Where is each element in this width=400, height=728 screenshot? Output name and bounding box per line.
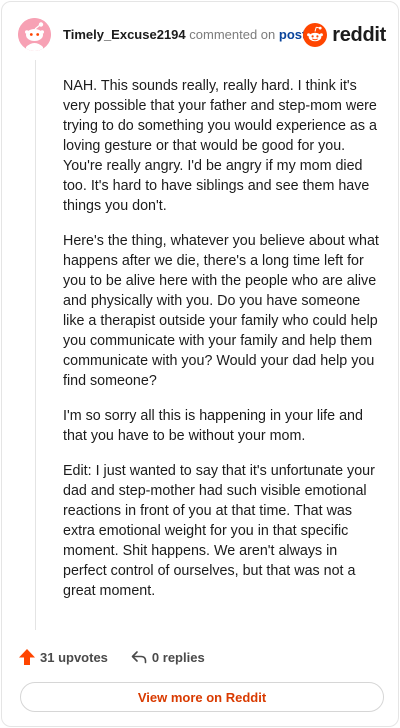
- author-line: Timely_Excuse2194 commented on post: [63, 27, 306, 43]
- reddit-logo-icon: [303, 23, 328, 47]
- upvote-arrow-icon: [19, 649, 35, 665]
- upvote-count: 31 upvotes: [40, 649, 108, 665]
- comment-paragraph: Edit: I just wanted to say that it's unf…: [63, 463, 375, 599]
- reddit-wordmark: reddit: [332, 23, 386, 46]
- reply-count: 0 replies: [151, 649, 205, 665]
- reply-icon: [131, 651, 147, 664]
- view-more-button[interactable]: View more on Reddit: [20, 682, 384, 712]
- comment-actions: 31 upvotes 0 replies: [18, 646, 205, 668]
- reply-button[interactable]: 0 replies: [130, 648, 205, 666]
- comment-card: Timely_Excuse2194 commented on post redd…: [1, 1, 399, 727]
- reddit-brand[interactable]: reddit: [303, 22, 386, 48]
- commented-on-text: commented on: [189, 27, 276, 42]
- upvote-button[interactable]: 31 upvotes: [18, 648, 108, 666]
- comment-paragraph: NAH. This sounds really, really hard. I …: [63, 78, 377, 214]
- comment-paragraph: I'm so sorry all this is happening in yo…: [63, 408, 363, 444]
- avatar[interactable]: [18, 18, 51, 51]
- comment-paragraph: Here's the thing, whatever you believe a…: [63, 233, 379, 389]
- thread-line: [35, 60, 36, 630]
- comment-body: NAH. This sounds really, really hard. I …: [63, 76, 383, 616]
- author-name[interactable]: Timely_Excuse2194: [63, 27, 186, 42]
- snoo-avatar-icon: [18, 18, 51, 51]
- post-link[interactable]: post: [279, 27, 306, 42]
- comment-header: Timely_Excuse2194 commented on post redd…: [18, 18, 386, 52]
